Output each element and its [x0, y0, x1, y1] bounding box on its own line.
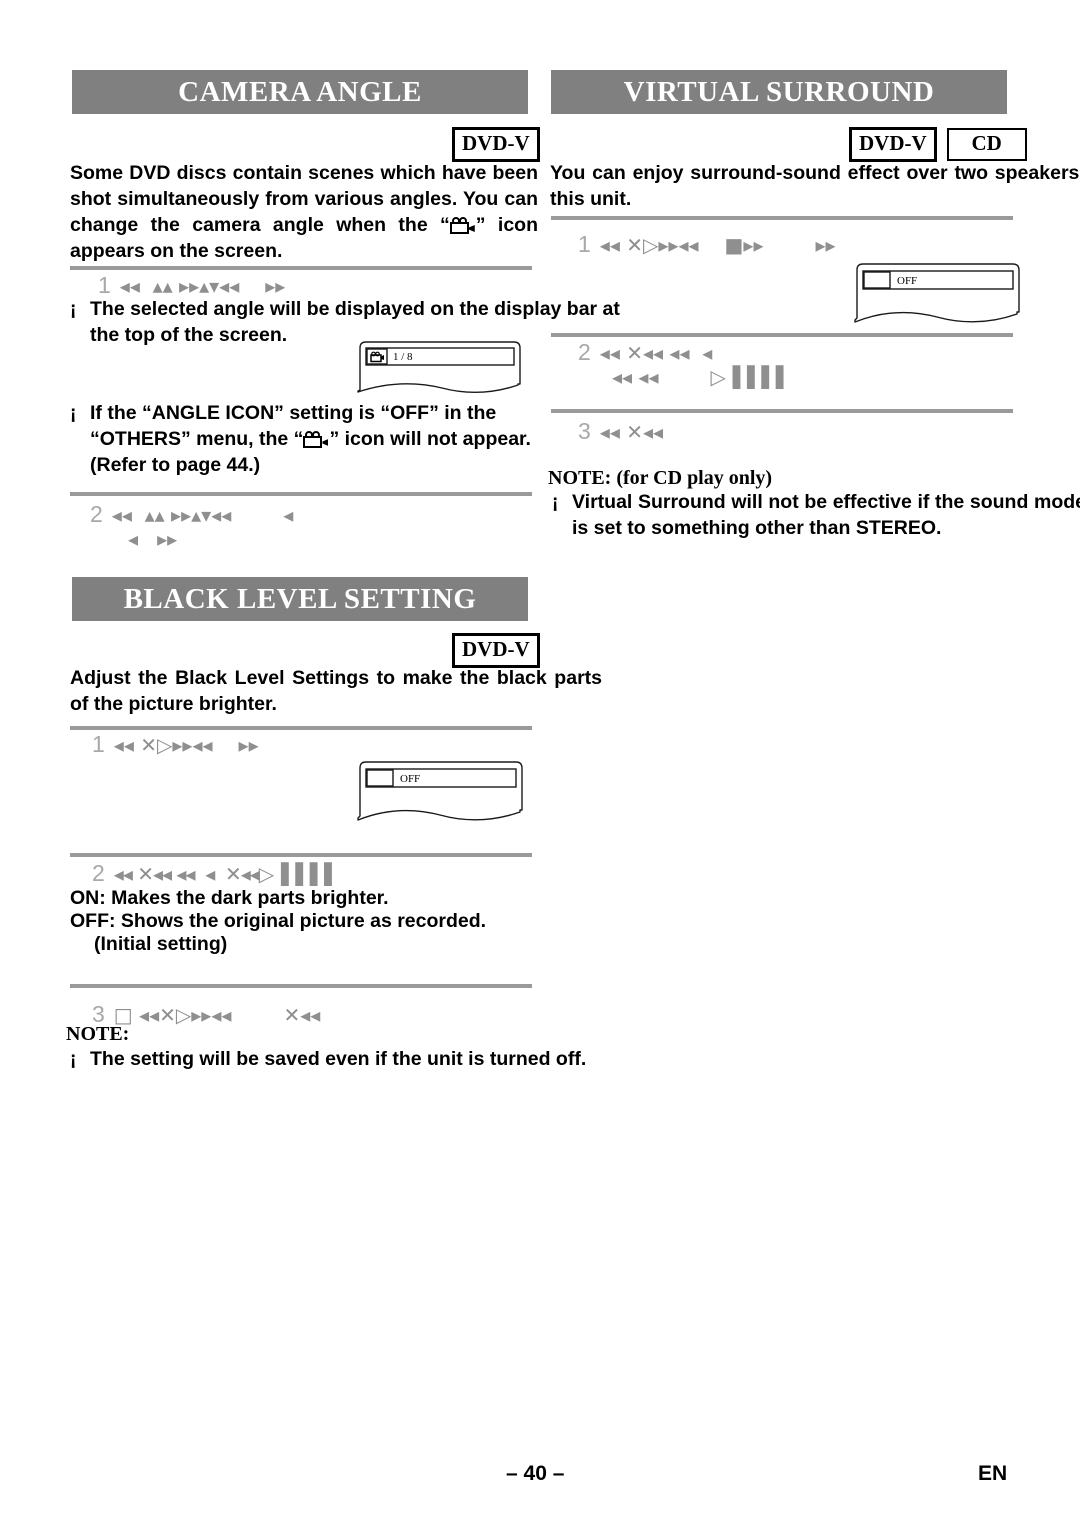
camera-icon: [303, 431, 329, 448]
step-glyphs-mid: ■▸▸: [724, 233, 764, 257]
bullet-text: The setting will be saved even if the un…: [90, 1048, 587, 1070]
black-level-value-label: OFF: [400, 773, 421, 785]
section-header-black-level: BLACK LEVEL SETTING: [72, 577, 528, 621]
divider-rule: [551, 216, 1013, 220]
divider-rule: [551, 409, 1013, 413]
step-2-camera-angle: 2 ◂◂ ▴▴ ▸▸▴▾◂◂ ◂: [90, 502, 293, 528]
step-glyphs-tail: ✕◂◂: [283, 1003, 321, 1027]
intro-paragraph-black-level: Adjust the Black Level Settings to make …: [70, 667, 602, 715]
bullet-marker: ¡: [70, 1049, 77, 1070]
bullet-angle-icon-off: ¡ If the “ANGLE ICON” setting is “OFF” i…: [70, 400, 540, 478]
step-glyphs-row2-tail: ▷▐▐▐▐: [710, 365, 784, 389]
manual-page: CAMERA ANGLE DVD-V Some DVD discs contai…: [0, 0, 1080, 1526]
black-level-screen-illustration: OFF: [348, 760, 534, 830]
step-glyphs-tail: ▸▸: [815, 233, 836, 257]
step-glyphs-tail: ▸▸: [265, 274, 286, 298]
step-2-virtual-surround-row2: ◂◂ ◂◂ ▷▐▐▐▐: [612, 365, 784, 390]
badge-dvd-v: DVD-V: [452, 633, 540, 668]
section-title-virtual-surround: VIRTUAL SURROUND: [623, 75, 935, 108]
step-glyphs-tail: ◂: [283, 503, 294, 527]
step-2-camera-angle-row2: ◂ ▸▸: [128, 527, 177, 552]
step-3-virtual-surround: 3 ◂◂ ✕◂◂: [578, 419, 663, 445]
divider-rule: [70, 853, 532, 857]
badge-row-camera-angle: DVD-V: [452, 127, 540, 162]
step-glyphs-tail: ▸▸: [238, 733, 259, 757]
step-glyphs: ◂◂ ▴▴ ▸▸▴▾◂◂: [119, 274, 240, 298]
step-number: 2: [90, 501, 103, 527]
bullet-text: If the “ANGLE ICON” setting is “OFF” in …: [90, 400, 540, 478]
step-glyphs: □ ◂◂✕▷▸▸◂◂: [113, 1003, 232, 1027]
step-number: 1: [92, 731, 105, 757]
step-1-virtual-surround: 1 ◂◂ ✕▷▸▸◂◂ ■▸▸ ▸▸: [578, 232, 836, 258]
divider-rule: [70, 266, 532, 270]
step-glyphs: ◂◂ ✕▷▸▸◂◂: [113, 733, 213, 757]
step-glyphs-row2: ◂◂ ◂◂: [612, 365, 659, 389]
step-glyphs: ◂◂ ✕◂◂: [599, 420, 664, 444]
step-number: 2: [578, 339, 591, 365]
footer-page-number: – 40 –: [506, 1462, 565, 1485]
badge-dvd-v: DVD-V: [849, 127, 937, 162]
badge-row-black-level: DVD-V: [452, 633, 540, 668]
intro-paragraph-virtual-surround: You can enjoy surround-sound effect over…: [550, 162, 1080, 210]
intro-paragraph-camera-angle: Some DVD discs contain scenes which have…: [70, 160, 538, 264]
step-glyphs: ◂◂ ✕◂◂ ◂◂ ◂: [599, 341, 713, 365]
note-bullet-black-level: ¡ The setting will be saved even if the …: [70, 1046, 630, 1072]
divider-rule: [70, 492, 532, 496]
virtual-surround-value-label: OFF: [897, 275, 918, 287]
camera-icon: [449, 217, 476, 234]
step-number: 2: [92, 860, 105, 886]
angle-display-illustration: 1 / 8: [350, 340, 530, 400]
step-number: 1: [578, 231, 591, 257]
bullet-marker: ¡: [70, 299, 77, 320]
divider-rule: [551, 333, 1013, 337]
bullet-marker: ¡: [70, 403, 77, 424]
step-2-virtual-surround: 2 ◂◂ ✕◂◂ ◂◂ ◂: [578, 340, 712, 366]
black-level-desc-off-initial: (Initial setting): [94, 933, 228, 955]
virtual-surround-screen-illustration: OFF: [845, 262, 1031, 332]
section-title-camera-angle: CAMERA ANGLE: [178, 75, 422, 108]
note-heading-virtual-surround: NOTE: (for CD play only): [548, 467, 773, 489]
step-1-black-level: 1 ◂◂ ✕▷▸▸◂◂ ▸▸: [92, 732, 259, 758]
divider-rule: [70, 726, 532, 730]
step-glyphs: ◂◂ ✕◂◂ ◂◂ ◂ ✕◂◂▷▐▐▐▐: [113, 862, 332, 886]
step-number: 3: [578, 418, 591, 444]
step-2-black-level: 2 ◂◂ ✕◂◂ ◂◂ ◂ ✕◂◂▷▐▐▐▐: [92, 860, 332, 887]
step-glyphs: ◂◂ ▴▴ ▸▸▴▾◂◂: [111, 503, 232, 527]
step-number: 1: [98, 272, 111, 298]
screen-outline-svg: [854, 263, 1020, 323]
badge-row-virtual-surround: DVD-V CD: [849, 127, 1027, 162]
section-header-camera-angle: CAMERA ANGLE: [72, 70, 528, 114]
bullet-marker: ¡: [552, 492, 559, 513]
section-header-virtual-surround: VIRTUAL SURROUND: [551, 70, 1007, 114]
footer-language: EN: [978, 1462, 1008, 1485]
screen-outline-svg: [357, 341, 521, 394]
badge-cd: CD: [946, 128, 1027, 161]
note-heading-black-level: NOTE:: [66, 1023, 130, 1045]
note-bullet-virtual-surround: ¡ Virtual Surround will not be effective…: [552, 489, 1080, 541]
angle-value-label: 1 / 8: [393, 351, 413, 363]
section-title-black-level: BLACK LEVEL SETTING: [123, 582, 477, 615]
bullet-text: Virtual Surround will not be effective i…: [572, 491, 1080, 539]
screen-outline-svg: [357, 761, 523, 821]
step-glyphs: ◂◂ ✕▷▸▸◂◂: [599, 233, 699, 257]
badge-dvd-v: DVD-V: [452, 127, 540, 162]
divider-rule: [70, 984, 532, 988]
step-glyphs-row2: ◂ ▸▸: [128, 527, 178, 551]
